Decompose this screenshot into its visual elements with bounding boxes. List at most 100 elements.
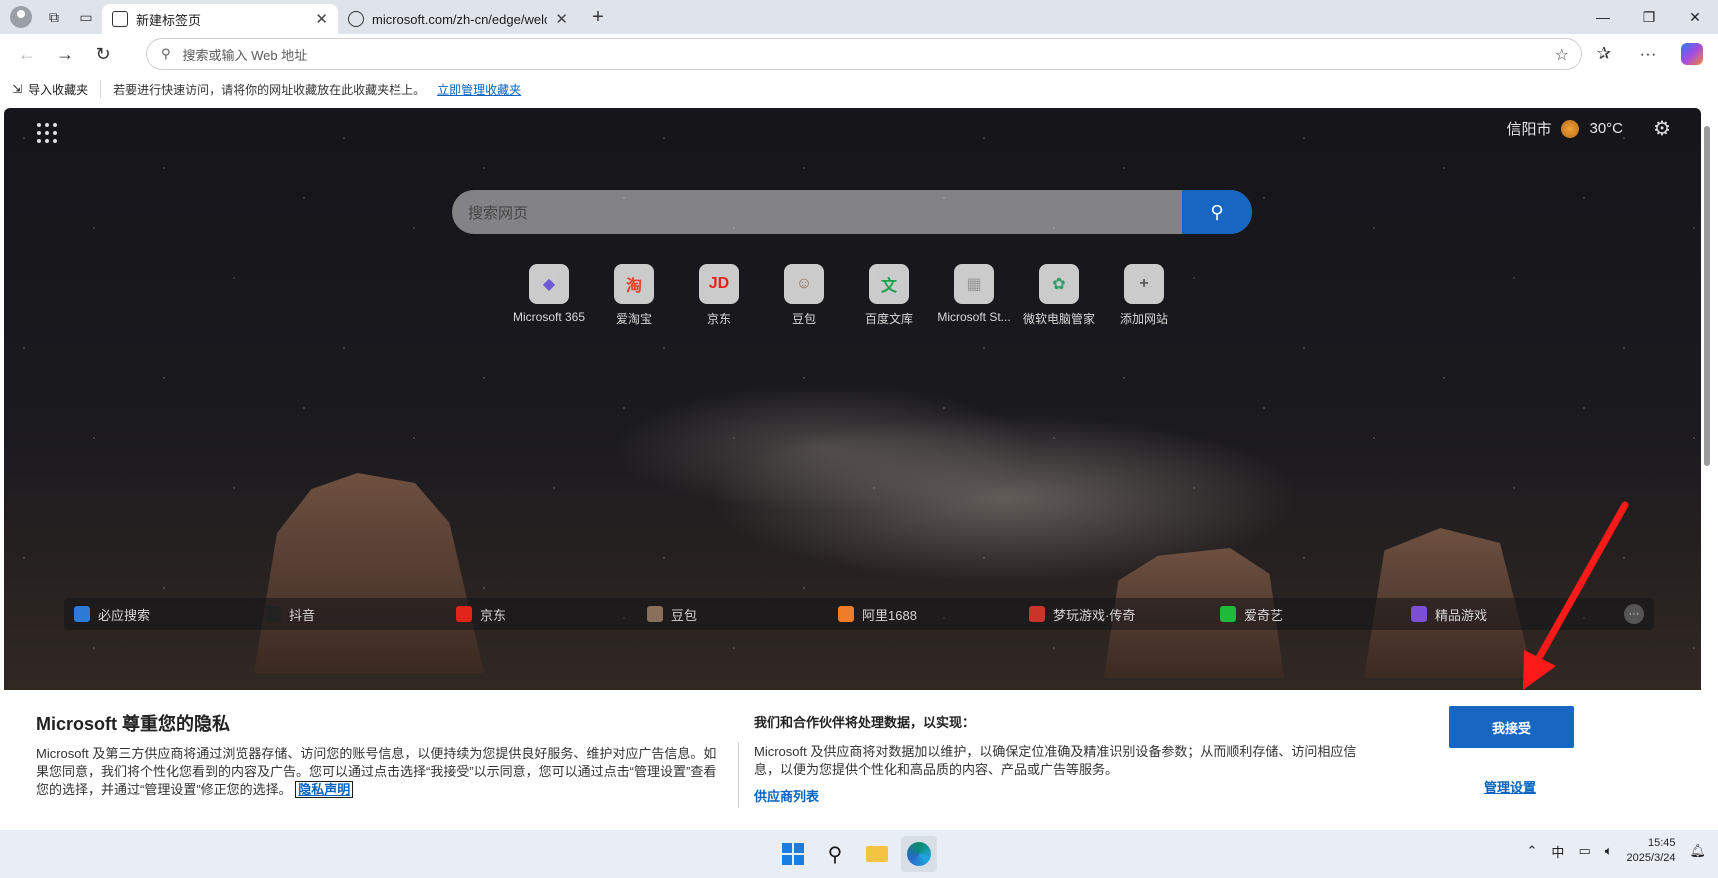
copilot-icon[interactable] — [1681, 43, 1703, 65]
bottom-link-icon — [1411, 606, 1427, 622]
bottom-link[interactable]: 抖音 — [255, 605, 446, 624]
bottom-link[interactable]: 必应搜索 — [64, 605, 255, 624]
vendor-list-link[interactable]: 供应商列表 — [754, 786, 819, 805]
tab-title: microsoft.com/zh-cn/edge/welcome — [372, 11, 548, 27]
privacy-body-text: Microsoft 及第三方供应商将通过浏览器存储、访问您的账号信息，以便持续为… — [36, 746, 717, 797]
chevron-up-icon[interactable]: ⌃ — [1527, 843, 1538, 859]
quick-link-label: 添加网站 — [1119, 312, 1168, 326]
accept-button[interactable]: 我接受 — [1449, 706, 1574, 748]
workspaces-icon[interactable]: ⧉ — [38, 3, 70, 31]
minimize-icon[interactable]: — — [1580, 0, 1626, 34]
close-window-icon[interactable]: ✕ — [1672, 0, 1718, 34]
taskbar: ⚲ ⌃ 中 ▭ 🔈︎ 15:45 2025/3/24 🔔︎ — [0, 830, 1718, 878]
network-icon[interactable]: ▭ — [1578, 843, 1590, 859]
bottom-link[interactable]: 京东 — [446, 605, 637, 624]
more-links-button[interactable]: ··· — [1624, 604, 1644, 624]
privacy-statement-link[interactable]: 隐私声明 — [295, 781, 354, 798]
search-icon: ⚲ — [161, 46, 171, 61]
weather-temp: 30°C — [1589, 120, 1623, 137]
clock[interactable]: 15:45 2025/3/24 — [1627, 836, 1676, 866]
search-button[interactable]: ⚲ — [1182, 190, 1252, 234]
back-button[interactable]: ← — [8, 38, 46, 70]
manage-settings-link[interactable]: 管理设置 — [1484, 777, 1536, 796]
bottom-links-bar: 必应搜索 抖音 京东 豆包 阿里1688 梦玩游戏·传奇 爱奇艺 精品游戏 ··· — [64, 598, 1654, 630]
taskbar-search-icon[interactable]: ⚲ — [817, 836, 853, 872]
quick-link-icon: + — [1124, 264, 1164, 304]
toolbar-right: ✰ ··· — [1584, 38, 1712, 70]
quick-link-tile[interactable]: ☺ 豆包 — [771, 264, 837, 327]
bottom-link[interactable]: 阿里1688 — [828, 605, 1019, 624]
refresh-button[interactable]: ↻ — [84, 38, 122, 70]
quick-link-label: 豆包 — [791, 312, 816, 326]
bottom-link-icon — [838, 606, 854, 622]
quick-link-label: 百度文库 — [864, 312, 913, 326]
system-tray: ⌃ 中 ▭ 🔈︎ 15:45 2025/3/24 🔔︎ — [1527, 836, 1706, 866]
file-explorer-icon[interactable] — [859, 836, 895, 872]
restore-icon[interactable]: ❐ — [1626, 0, 1672, 34]
page-settings-icon[interactable]: ⚙ — [1653, 116, 1671, 141]
quick-link-tile[interactable]: 文百度文库 — [856, 264, 922, 327]
bottom-link-icon — [1029, 606, 1045, 622]
quick-link-icon: 淘 — [614, 264, 654, 304]
quick-link-icon: ▦ — [954, 264, 994, 304]
favorites-hint: 若要进行快速访问，请将你的网址收藏放在此收藏夹栏上。 — [113, 82, 426, 97]
quick-link-tile[interactable]: ✿ 微软电脑管家 — [1023, 264, 1095, 327]
scrollbar-thumb[interactable] — [1704, 126, 1710, 466]
more-options-icon[interactable]: ··· — [1628, 38, 1668, 70]
globe-icon — [348, 11, 364, 27]
bottom-link-icon — [265, 606, 281, 622]
title-bar: ⧉ ▭ 新建标签页 ✕ microsoft.com/zh-cn/edge/wel… — [0, 0, 1718, 34]
bottom-link-label: 抖音 — [289, 607, 316, 623]
quick-link-icon: ◆ — [529, 264, 569, 304]
start-button[interactable] — [775, 836, 811, 872]
quick-link-tile[interactable]: JD 京东 — [686, 264, 752, 327]
privacy-body: Microsoft 及第三方供应商将通过浏览器存储、访问您的账号信息，以便持续为… — [36, 745, 726, 799]
new-tab-button[interactable]: + — [584, 6, 612, 29]
quick-link-icon: ✿ — [1039, 264, 1079, 304]
quick-link-tile[interactable]: ▦ Microsoft St... — [937, 264, 1011, 327]
manage-favorites-link[interactable]: 立即管理收藏夹 — [437, 81, 521, 98]
privacy-title: Microsoft 尊重您的隐私 — [36, 714, 231, 734]
tab-edge-welcome[interactable]: microsoft.com/zh-cn/edge/welcome ✕ — [338, 4, 578, 34]
vertical-tabs-icon[interactable]: ▭ — [70, 3, 102, 31]
bottom-link-label: 梦玩游戏·传奇 — [1053, 607, 1136, 623]
quick-link-icon: ☺ — [784, 264, 824, 304]
profile-icon[interactable] — [10, 6, 32, 28]
bottom-link-label: 爱奇艺 — [1244, 607, 1284, 623]
volume-icon[interactable]: 🔈︎ — [1605, 843, 1613, 859]
ime-indicator[interactable]: 中 — [1551, 842, 1564, 861]
sunny-icon — [1561, 119, 1580, 138]
weather-widget[interactable]: 信阳市 30°C — [1506, 118, 1623, 139]
privacy-body-secondary: Microsoft 及供应商将对数据加以维护，以确保定位准确及精准识别设备参数；… — [754, 744, 1357, 777]
bottom-link[interactable]: 精品游戏 — [1401, 605, 1592, 624]
import-favorites-button[interactable]: ⇲ 导入收藏夹 — [0, 80, 102, 98]
web-search-box[interactable]: 搜索网页 ⚲ — [452, 190, 1252, 234]
bottom-link[interactable]: 梦玩游戏·传奇 — [1019, 605, 1210, 624]
favorite-star-icon[interactable]: ☆ — [1555, 45, 1569, 65]
bottom-link-icon — [74, 606, 90, 622]
app-launcher-icon[interactable] — [34, 120, 60, 146]
bottom-link-label: 京东 — [480, 607, 507, 623]
edge-taskbar-icon[interactable] — [901, 836, 937, 872]
bottom-link[interactable]: 爱奇艺 — [1210, 605, 1401, 624]
window-controls: — ❐ ✕ — [1580, 0, 1718, 34]
quick-link-tile[interactable]: + 添加网站 — [1111, 264, 1177, 327]
divider — [738, 742, 739, 808]
clock-date: 2025/3/24 — [1626, 852, 1676, 864]
quick-link-tile[interactable]: 淘爱淘宝 — [601, 264, 667, 327]
close-tab-icon[interactable]: ✕ — [315, 10, 328, 28]
taskbar-apps: ⚲ — [775, 836, 937, 872]
quick-link-tile[interactable]: ◆ Microsoft 365 — [513, 264, 585, 327]
search-input[interactable]: 搜索网页 — [452, 202, 1182, 223]
quick-links: ◆ Microsoft 365 淘爱淘宝 JD 京东 ☺ 豆包 文百度文库 ▦ Microsoft… — [513, 264, 1177, 327]
scrollbar[interactable] — [1702, 108, 1712, 825]
favorites-icon[interactable]: ✰ — [1584, 38, 1624, 70]
bottom-link[interactable]: 豆包 — [637, 605, 828, 624]
tab-new-tab[interactable]: 新建标签页 ✕ — [102, 4, 338, 34]
bottom-link-icon — [1220, 606, 1236, 622]
close-tab-icon[interactable]: ✕ — [555, 10, 568, 28]
notification-bell-icon[interactable]: 🔔︎ — [1689, 843, 1706, 859]
forward-button[interactable]: → — [46, 38, 84, 70]
address-bar[interactable]: ⚲ 搜索或输入 Web 地址 ☆ — [146, 38, 1582, 70]
quick-link-icon: JD — [699, 264, 739, 304]
